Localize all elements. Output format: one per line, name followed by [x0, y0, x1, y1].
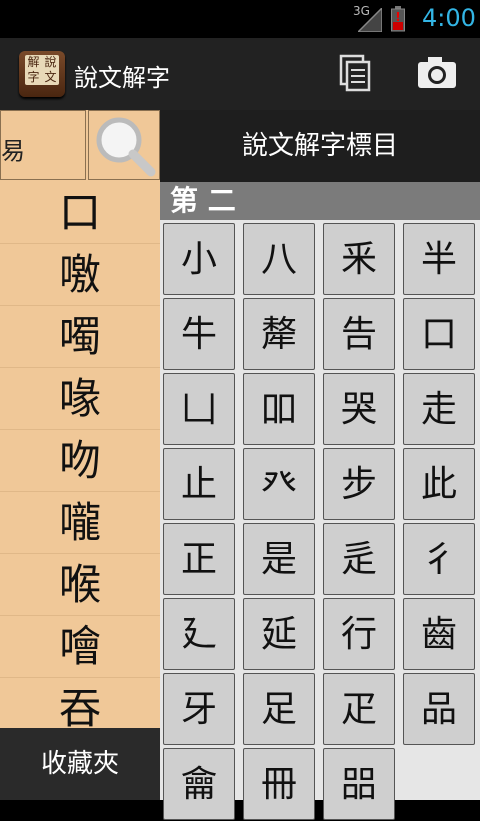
- index-title: 說文解字標目: [160, 110, 480, 182]
- list-item[interactable]: 噭: [0, 244, 160, 306]
- svg-text:!: !: [395, 10, 400, 24]
- app-icon[interactable]: 解 說 字 文: [19, 51, 65, 97]
- radical-cell[interactable]: 㗊: [323, 748, 395, 820]
- search-icon: [96, 117, 156, 177]
- radical-cell[interactable]: 告: [323, 298, 395, 370]
- radical-cell[interactable]: 牙: [163, 673, 235, 745]
- radical-cell[interactable]: 癶: [243, 448, 315, 520]
- radical-cell[interactable]: 吅: [243, 373, 315, 445]
- radical-cell[interactable]: 釆: [323, 223, 395, 295]
- clock: 4:00: [422, 4, 476, 32]
- radical-cell[interactable]: 冊: [243, 748, 315, 820]
- search-value: 易: [1, 137, 25, 165]
- radical-cell[interactable]: 行: [323, 598, 395, 670]
- battery-icon: !: [391, 6, 405, 32]
- right-panel: 說文解字標目 第 二 小八釆半牛犛告口凵吅哭走止癶步此正是辵彳廴延行齒牙足疋品龠…: [160, 110, 480, 820]
- camera-button[interactable]: [414, 50, 460, 96]
- radical-cell[interactable]: 疋: [323, 673, 395, 745]
- app-icon-char: 字: [27, 70, 40, 84]
- list-item[interactable]: 口: [0, 182, 160, 244]
- radical-cell[interactable]: 此: [403, 448, 475, 520]
- search-input[interactable]: 易: [0, 110, 86, 180]
- app-icon-page: 解 說 字 文: [25, 55, 59, 85]
- app-icon-char: 文: [44, 70, 57, 84]
- character-list[interactable]: 口 噭 噣 喙 吻 嚨 喉 噲 吞: [0, 182, 160, 728]
- radical-cell[interactable]: 足: [243, 673, 315, 745]
- radical-cell[interactable]: 八: [243, 223, 315, 295]
- copy-button[interactable]: [332, 50, 378, 96]
- list-item[interactable]: 噣: [0, 306, 160, 368]
- list-item[interactable]: 嚨: [0, 492, 160, 554]
- radical-cell[interactable]: 牛: [163, 298, 235, 370]
- list-item[interactable]: 吻: [0, 430, 160, 492]
- left-panel: 易 口 噭 噣 喙 吻 嚨 喉 噲 吞 收藏夾: [0, 110, 160, 800]
- status-bar: 3G ! 4:00: [0, 0, 480, 38]
- radical-cell[interactable]: 犛: [243, 298, 315, 370]
- radical-cell[interactable]: 彳: [403, 523, 475, 595]
- list-item[interactable]: 吞: [0, 678, 160, 728]
- radical-cell[interactable]: 口: [403, 298, 475, 370]
- favorites-button[interactable]: 收藏夾: [0, 728, 160, 800]
- list-item[interactable]: 喙: [0, 368, 160, 430]
- radical-cell[interactable]: 半: [403, 223, 475, 295]
- list-item[interactable]: 噲: [0, 616, 160, 678]
- action-bar: 解 說 字 文 說文解字: [0, 38, 480, 112]
- camera-icon: [418, 57, 456, 88]
- list-item[interactable]: 喉: [0, 554, 160, 616]
- radical-cell[interactable]: 正: [163, 523, 235, 595]
- radical-cell[interactable]: 齒: [403, 598, 475, 670]
- radical-cell[interactable]: 品: [403, 673, 475, 745]
- signal-icon: [358, 8, 382, 32]
- radical-cell[interactable]: 廴: [163, 598, 235, 670]
- radical-cell[interactable]: 步: [323, 448, 395, 520]
- radical-cell[interactable]: 止: [163, 448, 235, 520]
- radical-cell[interactable]: 辵: [323, 523, 395, 595]
- app-icon-char: 解: [27, 55, 40, 69]
- radical-cell[interactable]: 哭: [323, 373, 395, 445]
- radical-cell[interactable]: 走: [403, 373, 475, 445]
- app-icon-char: 說: [44, 55, 57, 69]
- radical-cell[interactable]: 凵: [163, 373, 235, 445]
- radical-cell[interactable]: 小: [163, 223, 235, 295]
- section-header: 第 二: [160, 182, 480, 220]
- copy-icon: [339, 54, 371, 92]
- search-button[interactable]: [88, 110, 160, 180]
- radical-cell[interactable]: 延: [243, 598, 315, 670]
- radical-cell[interactable]: 龠: [163, 748, 235, 820]
- app-title: 說文解字: [74, 64, 170, 92]
- radical-cell[interactable]: 是: [243, 523, 315, 595]
